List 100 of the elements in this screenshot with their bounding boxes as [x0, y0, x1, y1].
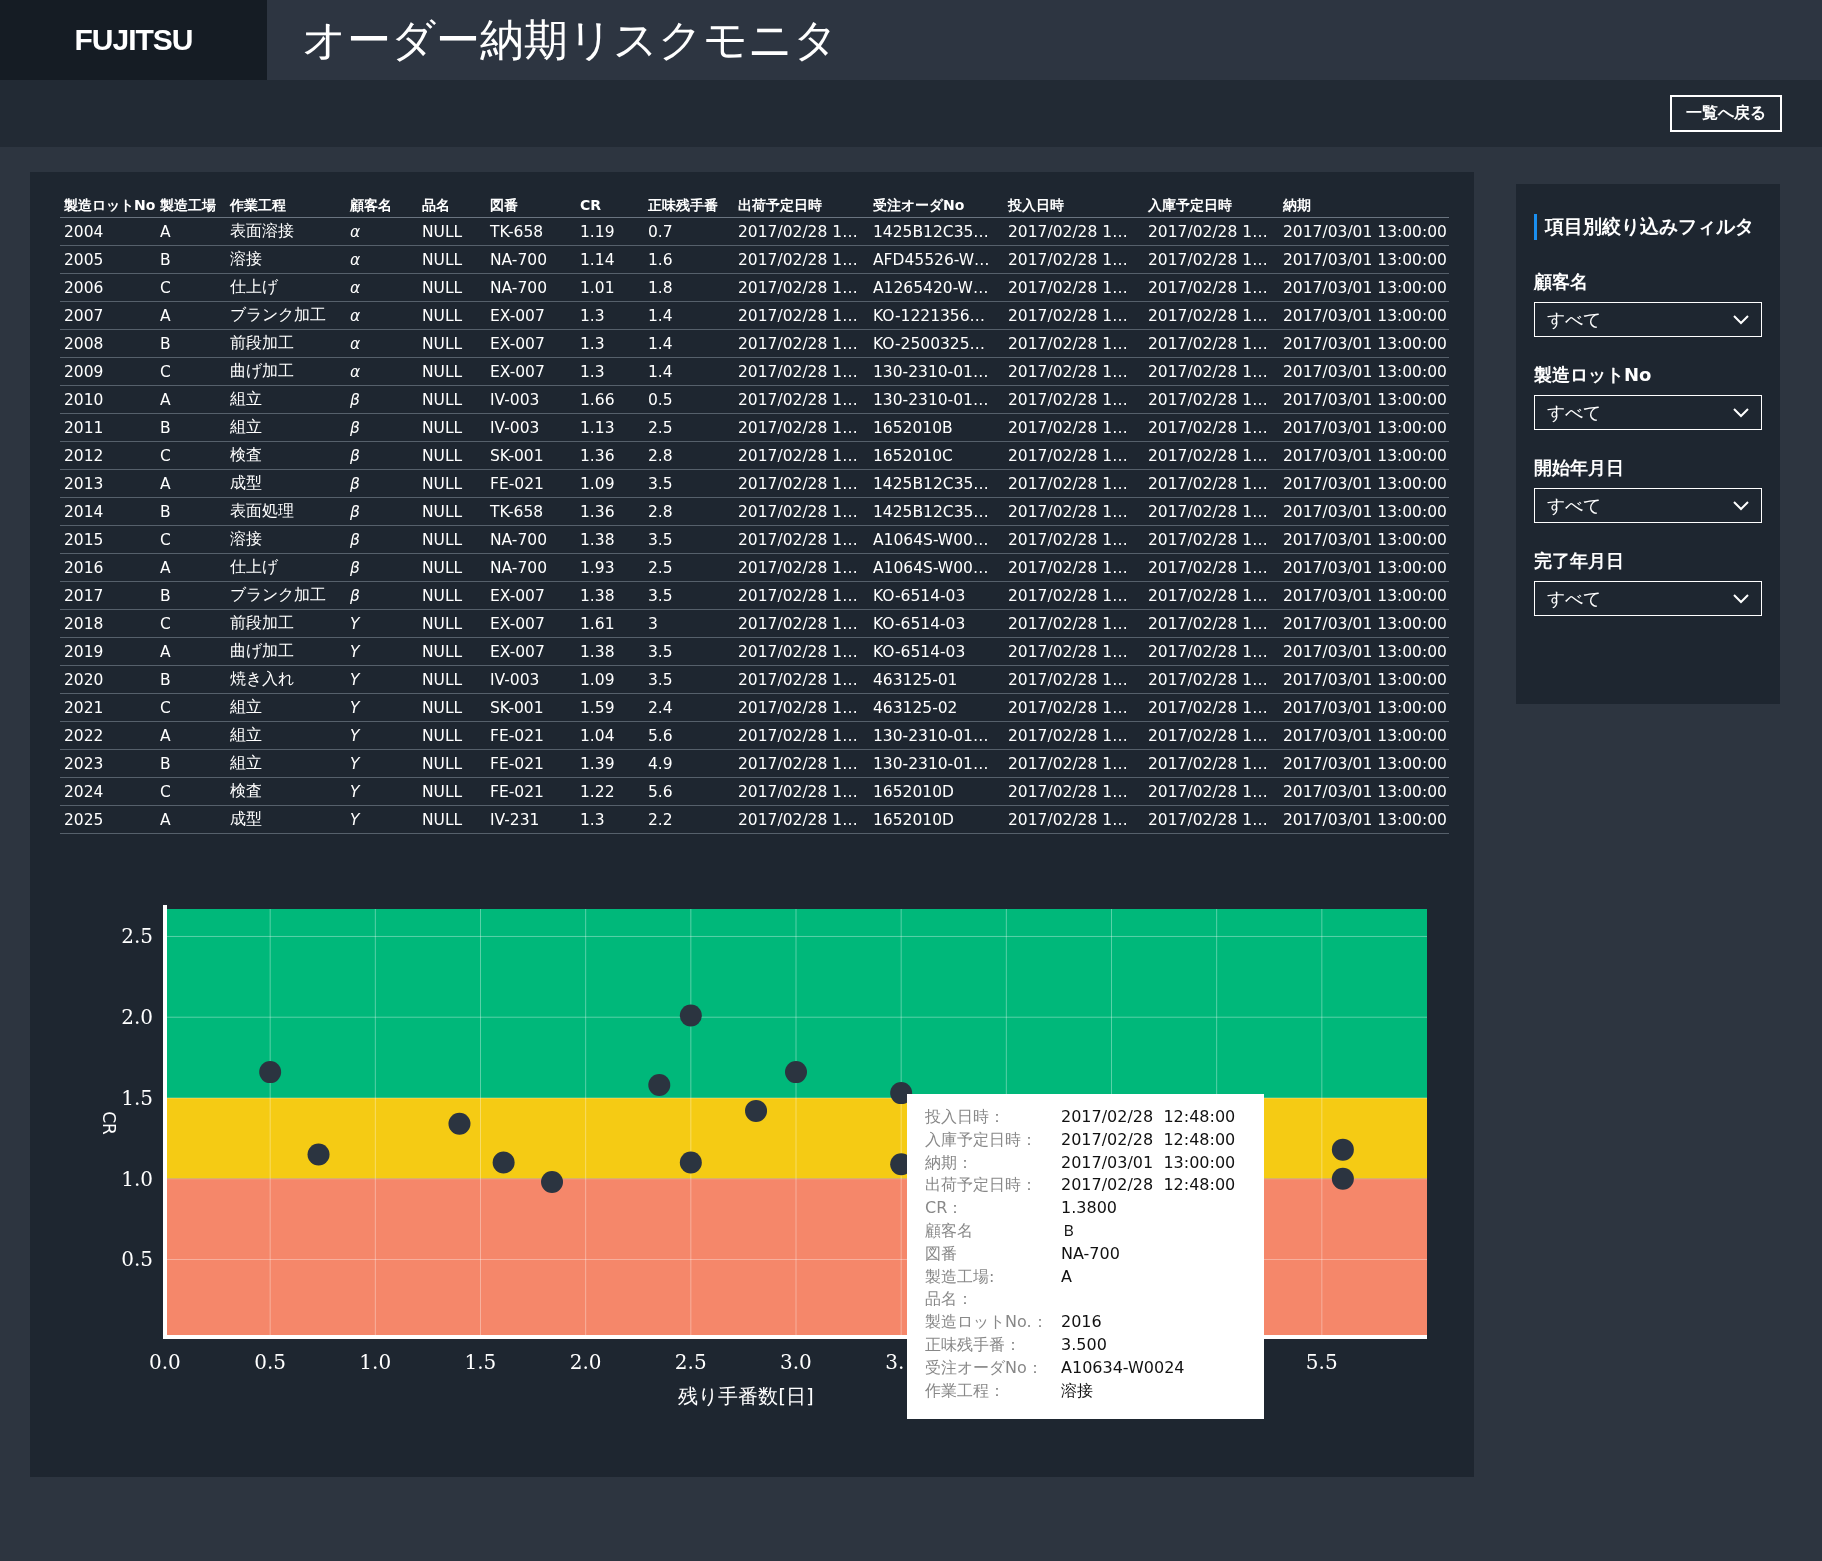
table-cell: 2017/03/01 13:00:00 — [1279, 609, 1449, 638]
x-axis-title: 残り手番数[日] — [678, 1384, 814, 1409]
column-header[interactable]: 投入日時 — [1004, 197, 1144, 218]
table-cell: Y — [346, 749, 418, 778]
column-header[interactable]: 入庫予定日時 — [1144, 197, 1279, 218]
table-cell: 2017/02/28 1… — [1144, 301, 1279, 330]
column-header[interactable]: 製造ロットNo — [60, 197, 156, 218]
select-dropdown[interactable]: すべて — [1534, 581, 1762, 616]
table-cell: 1.22 — [576, 777, 644, 806]
column-header[interactable]: 納期 — [1279, 197, 1449, 218]
column-header[interactable]: 受注オーダNo — [869, 197, 1004, 218]
table-cell: 前段加工 — [226, 609, 346, 638]
column-header[interactable]: CR — [576, 197, 644, 218]
table-cell: ブランク加工 — [226, 301, 346, 330]
table-cell: 130-2310-01… — [869, 749, 1004, 778]
tooltip-value: 2017/02/28 12:48:00 — [1061, 1128, 1236, 1151]
table-cell: NULL — [418, 721, 486, 750]
table-cell: 2017/02/28 1… — [1144, 441, 1279, 470]
table-cell: 1425B12C35… — [869, 217, 1004, 246]
table-cell: 2017/02/28 1… — [1004, 553, 1144, 582]
table-cell: KO-6514-03 — [869, 609, 1004, 638]
table-cell: 1.4 — [644, 301, 734, 330]
table-cell: 2017/02/28 1… — [1144, 357, 1279, 386]
table-cell: 1.38 — [576, 581, 644, 610]
select-dropdown[interactable]: すべて — [1534, 302, 1762, 337]
table-cell: EX-007 — [486, 301, 576, 330]
table-cell: 2017/02/28 1… — [1144, 217, 1279, 246]
table-cell: A1064S-W00… — [869, 525, 1004, 554]
table-cell: 1.14 — [576, 245, 644, 274]
column-header[interactable]: 出荷予定日時 — [734, 197, 869, 218]
table-cell: 1.19 — [576, 217, 644, 246]
table-cell: 1.6 — [644, 245, 734, 274]
table-cell: β — [346, 441, 418, 470]
column-header[interactable]: 作業工程 — [226, 197, 346, 218]
table-cell: 2024 — [60, 777, 156, 806]
table-cell: 2017/02/28 1… — [1144, 245, 1279, 274]
data-point[interactable] — [1331, 1167, 1354, 1190]
table-cell: 130-2310-01… — [869, 357, 1004, 386]
data-point[interactable] — [890, 1082, 913, 1105]
data-point[interactable] — [679, 1151, 702, 1174]
table-cell: 1.13 — [576, 413, 644, 442]
column-header[interactable]: 図番 — [486, 197, 576, 218]
table-cell: 463125-02 — [869, 693, 1004, 722]
data-point[interactable] — [448, 1112, 471, 1135]
table-cell: 2004 — [60, 217, 156, 246]
table-cell: KO-1221356… — [869, 301, 1004, 330]
table-cell: 1.66 — [576, 385, 644, 414]
table-cell: 1.3 — [576, 805, 644, 834]
table-cell: 2017/03/01 13:00:00 — [1279, 693, 1449, 722]
table-cell: 2013 — [60, 469, 156, 498]
table-cell: α — [346, 273, 418, 302]
table-cell: B — [156, 665, 226, 694]
back-button[interactable]: 一覧へ戻る — [1670, 95, 1782, 132]
table-cell: 組立 — [226, 385, 346, 414]
table-cell: 1.61 — [576, 609, 644, 638]
table-cell: 2017/03/01 13:00:00 — [1279, 385, 1449, 414]
table-cell: 2023 — [60, 749, 156, 778]
table-cell: 2022 — [60, 721, 156, 750]
table-cell: 3.5 — [644, 581, 734, 610]
table-cell: 1.3 — [576, 357, 644, 386]
table-cell: 2017/02/28 1… — [734, 413, 869, 442]
data-point[interactable] — [307, 1143, 330, 1166]
data-point[interactable] — [492, 1151, 515, 1174]
table-cell: 5.6 — [644, 721, 734, 750]
table-cell: 2017/02/28 1… — [734, 805, 869, 834]
select-dropdown[interactable]: すべて — [1534, 395, 1762, 430]
table-cell: 2017/02/28 1… — [1144, 721, 1279, 750]
data-point[interactable] — [745, 1100, 768, 1122]
table-cell: α — [346, 329, 418, 358]
table-cell: 1652010B — [869, 413, 1004, 442]
column-header[interactable]: 顧客名 — [346, 197, 418, 218]
table-cell: NULL — [418, 805, 486, 834]
table-cell: 2.4 — [644, 693, 734, 722]
tooltip-label: CR： — [925, 1197, 965, 1220]
table-cell: NULL — [418, 777, 486, 806]
table-cell: NULL — [418, 357, 486, 386]
field-label: 製造ロットNo — [1534, 363, 1653, 387]
table-cell: 2017/02/28 1… — [1144, 581, 1279, 610]
table-cell: 2005 — [60, 245, 156, 274]
table-cell: 2020 — [60, 665, 156, 694]
data-point[interactable] — [541, 1171, 563, 1194]
table-cell: 2018 — [60, 609, 156, 638]
table-cell: 2017/02/28 1… — [1004, 749, 1144, 778]
table-cell: 2017/03/01 13:00:00 — [1279, 777, 1449, 806]
logo: FUJITSU — [74, 23, 193, 57]
column-header[interactable]: 正味残手番 — [644, 197, 734, 218]
table-cell: 1.36 — [576, 497, 644, 526]
table-cell: β — [346, 385, 418, 414]
table-cell: EX-007 — [486, 637, 576, 666]
table-cell: 1.36 — [576, 441, 644, 470]
tooltip-value: 1.3800 — [1061, 1197, 1117, 1220]
select-dropdown[interactable]: すべて — [1534, 488, 1762, 523]
table-cell: SK-001 — [486, 441, 576, 470]
table-cell: 2017/02/28 1… — [734, 273, 869, 302]
column-header[interactable]: 製造工場 — [156, 197, 226, 218]
table-cell: 2.5 — [644, 413, 734, 442]
table-cell: 2017/02/28 1… — [1004, 441, 1144, 470]
table-cell: 組立 — [226, 693, 346, 722]
data-point[interactable] — [1331, 1138, 1354, 1161]
column-header[interactable]: 品名 — [418, 197, 486, 218]
